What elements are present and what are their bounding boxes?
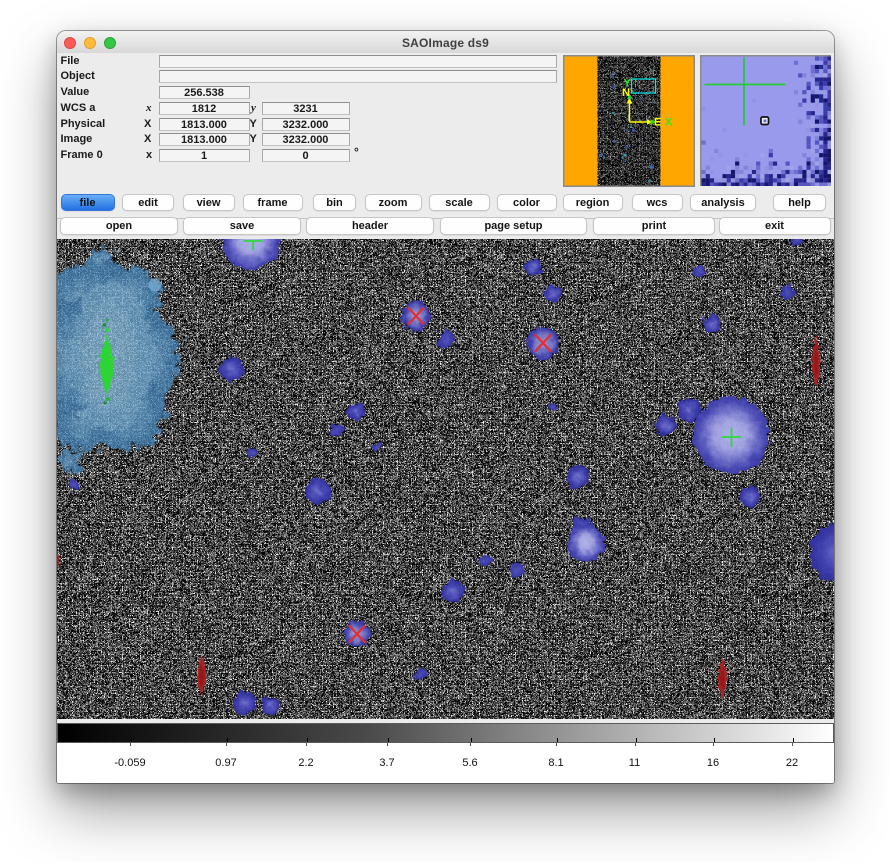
svg-text:X: X — [665, 116, 673, 128]
svg-text:E: E — [654, 116, 661, 128]
svg-text:N: N — [622, 87, 630, 99]
